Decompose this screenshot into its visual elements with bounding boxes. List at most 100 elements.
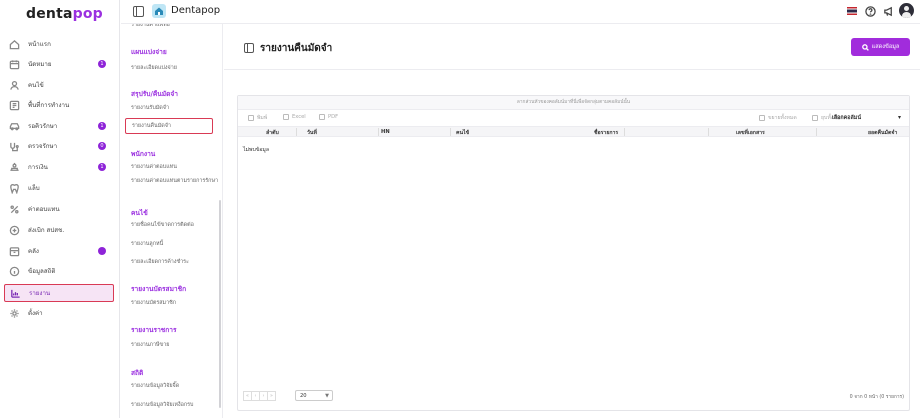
report-link[interactable]: รายงานบัตรสมาชิก: [131, 300, 219, 307]
column-header[interactable]: ชื่อรายการ: [594, 129, 618, 137]
language-flag-icon[interactable]: [847, 7, 857, 15]
column-header[interactable]: วันที่: [307, 129, 317, 137]
announcement-icon[interactable]: [882, 5, 894, 17]
settings-gear-icon: [8, 307, 20, 319]
sidebar-item-home[interactable]: หน้าแรก: [4, 35, 114, 53]
group-drop-zone[interactable]: ลากส่วนหัวของคอลัมน์มาที่นี่เพื่อจัดกลุ่…: [238, 96, 909, 110]
panel-toggle-icon[interactable]: [133, 6, 144, 17]
sidebar-item-label: นัดหมาย: [28, 61, 52, 68]
stock-icon: [8, 245, 20, 257]
notification-badge: •: [98, 247, 106, 255]
report-link[interactable]: รายละเอียดแบ่งจ่าย: [131, 65, 219, 72]
column-divider[interactable]: [296, 128, 297, 136]
notification-badge: 0: [98, 142, 106, 150]
report-link-active[interactable]: รายงานคืนมัดจำ: [125, 118, 213, 134]
calendar-icon: [8, 58, 20, 70]
app-root: dentapop หน้าแรก นัดหมาย 1 คนไข้ พื้นที่การท…: [0, 0, 920, 418]
sidebar-item-user[interactable]: คนไข้: [4, 76, 114, 94]
sidebar-item-label: การเงิน: [28, 164, 48, 171]
column-header[interactable]: คนไข้: [456, 129, 469, 137]
sidebar-item-car[interactable]: รอคิวรักษา 1: [4, 117, 114, 135]
user-icon: [8, 79, 20, 91]
app-logo[interactable]: dentapop: [26, 6, 103, 22]
notification-badge: 1: [98, 163, 106, 171]
pdf-button[interactable]: PDF: [319, 114, 338, 120]
home-icon: [8, 38, 20, 50]
last-page-button[interactable]: »: [267, 391, 276, 401]
page-size-select[interactable]: 20 ▼: [295, 390, 333, 401]
report-link[interactable]: รายงานรับมัดจำ: [131, 105, 219, 112]
print-label: พิมพ์: [257, 115, 268, 121]
excel-label: Excel: [292, 114, 306, 120]
clinic-home-icon[interactable]: [152, 4, 166, 18]
money-icon: [8, 161, 20, 173]
report-menu-scrollbar[interactable]: [219, 200, 221, 408]
chevron-down-icon[interactable]: ▾: [898, 114, 901, 121]
report-chart-icon: [9, 287, 21, 299]
sidebar-item-label: รอคิวรักษา: [28, 123, 58, 130]
column-divider[interactable]: [450, 128, 451, 136]
excel-icon: [283, 114, 289, 120]
report-link[interactable]: รายงานภาษีขาย: [131, 342, 219, 349]
empty-message: ไม่พบข้อมูล: [243, 147, 270, 153]
sidebar-item-label: ตั้งค่า: [28, 310, 43, 317]
report-section-title: รายงานบัตรสมาชิก: [131, 285, 187, 293]
help-icon[interactable]: [864, 5, 876, 17]
tooth-icon: [8, 182, 20, 194]
report-link[interactable]: รายงานค่าแพทย์: [131, 24, 219, 29]
print-button[interactable]: พิมพ์: [248, 114, 267, 122]
column-divider[interactable]: [816, 128, 817, 136]
car-icon: [8, 120, 20, 132]
column-divider[interactable]: [624, 128, 625, 136]
main-sidebar: dentapop หน้าแรก นัดหมาย 1 คนไข้ พื้นที่การท…: [0, 0, 120, 418]
sidebar-item-report-chart[interactable]: รายงาน: [4, 284, 114, 302]
sidebar-item-send[interactable]: ส่งเบิก สปสช.: [4, 221, 114, 239]
sidebar-item-label: คนไข้: [28, 82, 44, 89]
user-avatar[interactable]: [899, 3, 914, 18]
sidebar-item-stock[interactable]: คลัง •: [4, 242, 114, 260]
report-section-title: สถิติ: [131, 369, 144, 377]
sidebar-item-percent[interactable]: ค่าตอบแทน: [4, 200, 114, 218]
report-link[interactable]: รายงานลูกหนี้: [131, 241, 219, 248]
column-divider[interactable]: [708, 128, 709, 136]
column-header[interactable]: ลำดับ: [266, 129, 279, 137]
sidebar-item-tooth[interactable]: แล็บ: [4, 179, 114, 197]
column-header[interactable]: HN: [381, 129, 390, 135]
report-link[interactable]: รายงานข้อมูลวิจัยจิ๊ด: [131, 383, 219, 390]
sidebar-item-label: คลัง: [28, 248, 39, 255]
column-header[interactable]: ยอดคืนมัดจำ: [868, 129, 897, 137]
sidebar-item-label: ค่าตอบแทน: [28, 206, 60, 213]
pager-buttons: «‹ ›»: [243, 391, 276, 401]
report-section-title: สรุปรับ/คืนมัดจำ: [131, 90, 178, 98]
sidebar-item-calendar[interactable]: นัดหมาย 1: [4, 55, 114, 73]
report-section-title: รายงานราชการ: [131, 326, 177, 334]
column-header[interactable]: เลขที่เอกสาร: [736, 129, 765, 137]
sidebar-item-treatment[interactable]: ตรวจรักษา 0: [4, 137, 114, 155]
excel-button[interactable]: Excel: [283, 114, 306, 120]
report-link[interactable]: รายงานข้อมูลวิจัยเหงือกรบ: [131, 402, 219, 409]
sidebar-item-info[interactable]: ข้อมูลสถิติ: [4, 262, 114, 280]
chevron-down-icon: ▼: [325, 393, 329, 399]
workspace-icon: [8, 99, 20, 111]
clinic-name: Dentapop: [171, 5, 221, 16]
sidebar-item-label: ส่งเบิก สปสช.: [28, 227, 65, 234]
show-data-button[interactable]: แสดงข้อมูล: [851, 38, 910, 56]
info-icon: [8, 265, 20, 277]
report-link[interactable]: รายละเอียดการค้างชำระ: [131, 259, 219, 266]
pdf-label: PDF: [328, 114, 339, 120]
sidebar-item-money[interactable]: การเงิน 1: [4, 158, 114, 176]
expand-all-button[interactable]: ขยายทั้งหมด: [759, 114, 797, 122]
report-link[interactable]: รายงานค่าตอบแทนตามรายการรักษา: [131, 178, 219, 185]
pdf-icon: [319, 114, 325, 120]
report-panel-icon: [244, 43, 254, 53]
page-title: รายงานคืนมัดจำ: [260, 43, 333, 54]
sidebar-item-workspace[interactable]: พื้นที่การทำงาน: [4, 96, 114, 114]
column-chooser[interactable]: เลือกคอลัมน์: [832, 114, 861, 122]
sidebar-item-label: พื้นที่การทำงาน: [28, 102, 70, 109]
column-divider[interactable]: [378, 128, 379, 136]
report-link[interactable]: รายชื่อคนไข้ขาดการติดต่อ: [131, 222, 219, 229]
search-icon: [861, 43, 869, 51]
percent-icon: [8, 203, 20, 215]
sidebar-item-settings-gear[interactable]: ตั้งค่า: [4, 304, 114, 322]
report-link[interactable]: รายงานค่าตอบแทน: [131, 164, 219, 171]
